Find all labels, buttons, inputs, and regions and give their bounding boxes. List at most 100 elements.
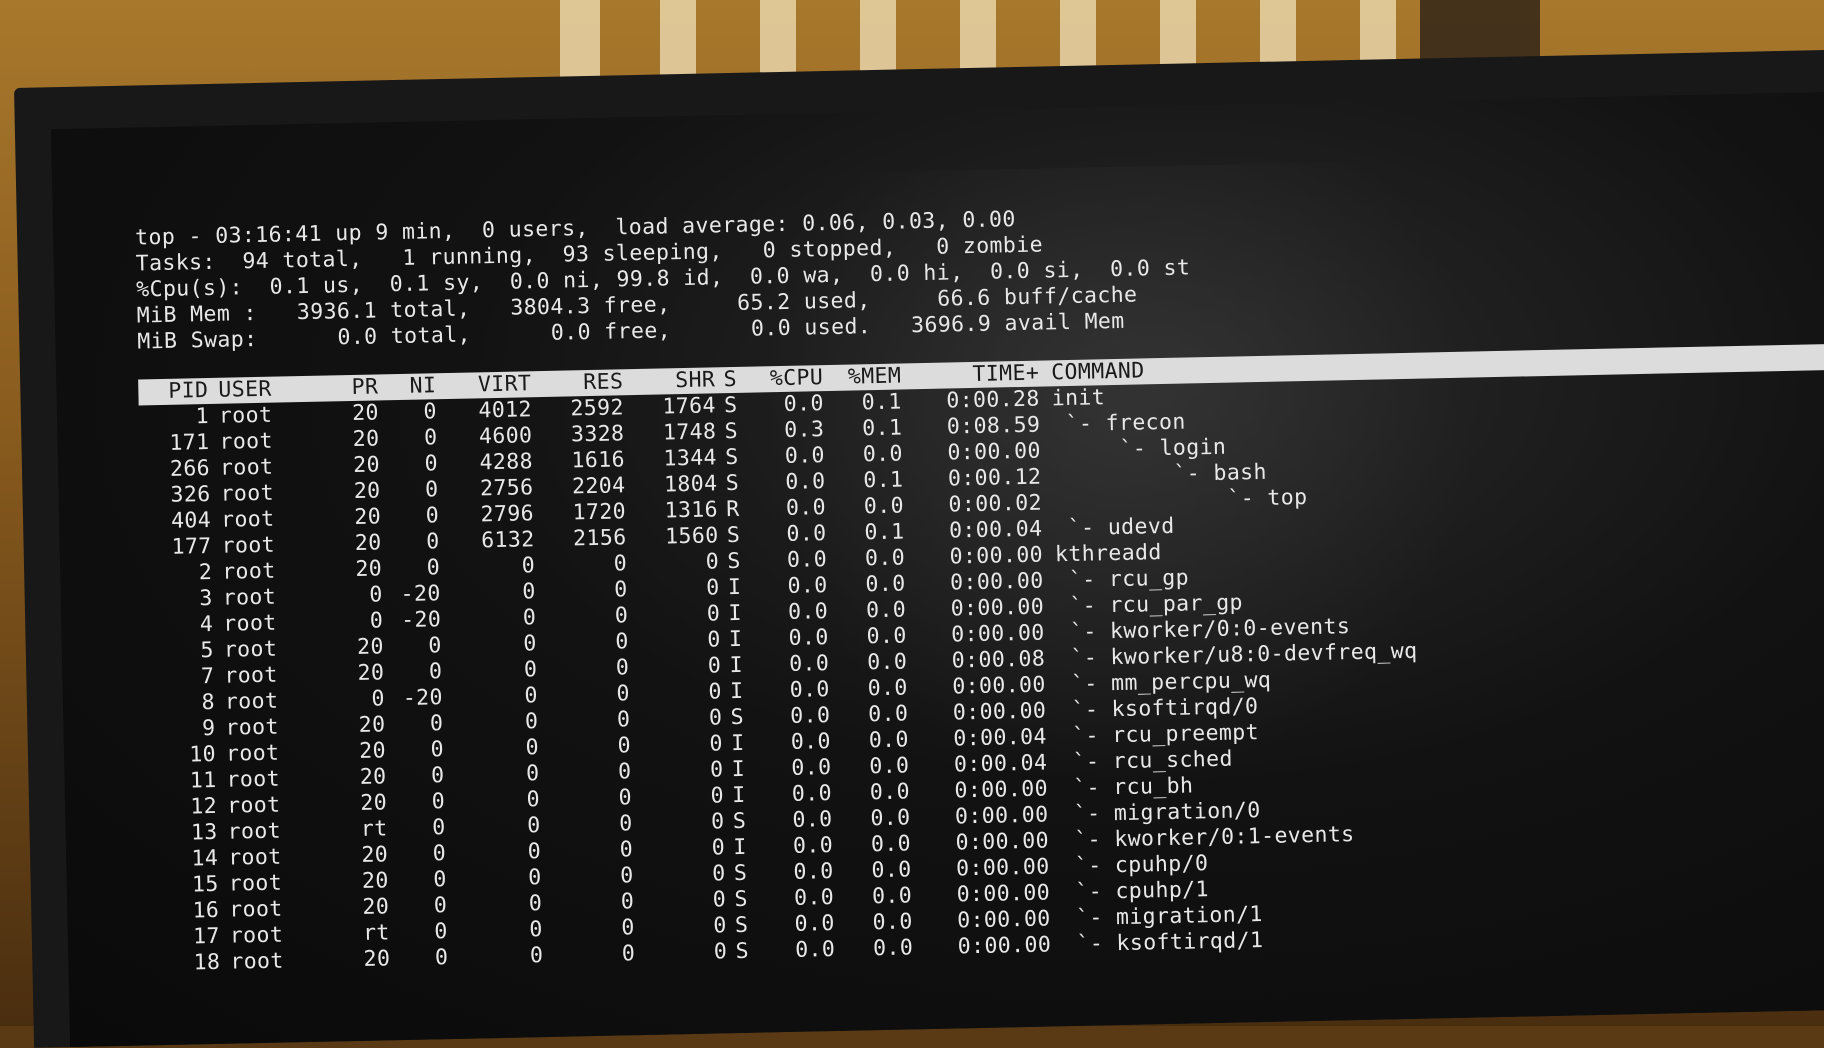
cell-shr: 0 [706, 575, 720, 601]
col-cpu[interactable]: %CPU [745, 365, 824, 393]
cell-pid: 16 [192, 897, 220, 924]
cell-pr: 0 [369, 608, 384, 634]
cell-s: R [726, 496, 740, 523]
col-pid[interactable]: PID [138, 378, 209, 405]
cell-s: I [728, 600, 743, 627]
cell-user: root [222, 584, 277, 611]
cell-user: root [227, 818, 282, 845]
cell-user: root [225, 740, 280, 767]
cell-pid: 177 [171, 533, 212, 560]
cell-shr: 1316 [664, 497, 719, 524]
cell-user: root [223, 610, 277, 637]
cell-mem: 0.0 [869, 779, 911, 806]
cell-mem: 0.0 [865, 597, 907, 624]
cell-virt: 2756 [479, 475, 534, 502]
cell-res: 0 [618, 785, 633, 811]
cell-s: S [724, 418, 739, 445]
cell-time: 0:00.00 [955, 854, 1050, 882]
cell-ni: 0 [431, 815, 446, 841]
col-shr[interactable]: SHR [623, 367, 716, 395]
cell-shr: 0 [712, 887, 727, 913]
cell-command: `- cpuhp/0 [1061, 851, 1209, 880]
cell-time: 0:00.04 [953, 750, 1048, 778]
col-s[interactable]: S [715, 367, 746, 394]
cell-time: 0:00.04 [948, 516, 1043, 544]
cell-user: root [226, 766, 281, 793]
cell-pid: 15 [191, 871, 219, 898]
cell-res: 3328 [570, 421, 625, 448]
cell-ni: -20 [400, 607, 442, 634]
cell-pr: 20 [359, 764, 387, 790]
cell-pr: 20 [352, 426, 380, 452]
cell-cpu: 0.0 [789, 677, 831, 703]
cell-s: I [729, 678, 744, 705]
col-virt[interactable]: VIRT [436, 371, 532, 399]
cell-cpu: 0.0 [792, 833, 834, 859]
cell-pid: 5 [200, 637, 215, 664]
cell-shr: 0 [710, 783, 725, 809]
cell-time: 0:00.00 [947, 438, 1042, 466]
cell-res: 2156 [572, 525, 627, 552]
cell-virt: 4012 [478, 397, 533, 424]
process-list: 1 root 20 0 4012 2592 1764 S 0.0 0.1 0:00.28 init 17… [139, 370, 1824, 977]
cell-ni: 0 [432, 841, 447, 867]
cell-time: 0:00.12 [947, 464, 1042, 492]
cell-time: 0:00.00 [949, 568, 1044, 596]
cell-res: 2204 [571, 473, 626, 500]
cell-s: S [725, 470, 740, 497]
cell-res: 0 [619, 837, 634, 863]
cell-virt: 2796 [480, 501, 535, 528]
cell-pid: 326 [170, 481, 211, 508]
col-time[interactable]: TIME+ [901, 361, 1040, 390]
col-pr[interactable]: PR [328, 374, 379, 401]
cell-s: S [734, 912, 749, 939]
cell-cpu: 0.0 [791, 781, 833, 807]
cell-ni: 0 [426, 555, 441, 581]
cell-pr: 20 [353, 452, 381, 478]
cell-shr: 0 [709, 731, 724, 757]
top-output: top - 03:16:41 up 9 min, 0 users, load a… [135, 190, 1824, 977]
cell-user: root [230, 948, 284, 975]
cell-res: 0 [617, 759, 632, 785]
cell-res: 0 [615, 629, 629, 655]
cell-time: 0:00.00 [950, 594, 1045, 622]
cell-user: root [227, 844, 282, 871]
col-ni[interactable]: NI [378, 373, 437, 400]
cell-cpu: 0.0 [790, 703, 831, 729]
cell-pid: 4 [199, 611, 214, 638]
cell-pr: 20 [361, 868, 389, 894]
col-res[interactable]: RES [531, 369, 624, 397]
cell-pid: 9 [201, 715, 216, 742]
cell-user: root [221, 558, 276, 585]
cell-virt: 0 [526, 787, 541, 813]
cell-cpu: 0.0 [791, 755, 832, 781]
cell-shr: 1804 [663, 471, 718, 498]
cell-ni: 0 [433, 867, 447, 893]
cell-command: `- rcu_sched [1059, 746, 1234, 776]
cell-res: 0 [618, 811, 633, 837]
cell-cpu: 0.0 [793, 885, 835, 911]
cell-cpu: 0.0 [794, 936, 836, 963]
cell-time: 0:00.28 [946, 386, 1041, 414]
cell-virt: 0 [521, 553, 536, 579]
cell-pr: 20 [359, 738, 387, 764]
cell-user: root [220, 506, 275, 533]
cell-user: root [228, 870, 283, 897]
cell-ni: 0 [429, 711, 444, 737]
cell-time: 0:00.00 [954, 802, 1049, 830]
cell-res: 0 [616, 707, 631, 733]
cell-virt: 0 [524, 683, 539, 709]
cell-pr: 20 [354, 530, 382, 556]
cell-shr: 1748 [662, 419, 717, 446]
cell-command: `- top [1053, 485, 1308, 516]
cell-pr: 20 [361, 842, 389, 868]
col-user[interactable]: USER [208, 375, 329, 404]
cell-ni: 0 [425, 503, 440, 529]
cell-shr: 1560 [664, 523, 719, 550]
col-command[interactable]: COMMAND [1039, 358, 1145, 386]
cell-ni: 0 [430, 763, 445, 789]
cell-virt: 6132 [480, 527, 535, 554]
col-mem[interactable]: %MEM [823, 363, 902, 391]
cell-res: 0 [620, 889, 635, 915]
cell-s: I [729, 652, 744, 679]
